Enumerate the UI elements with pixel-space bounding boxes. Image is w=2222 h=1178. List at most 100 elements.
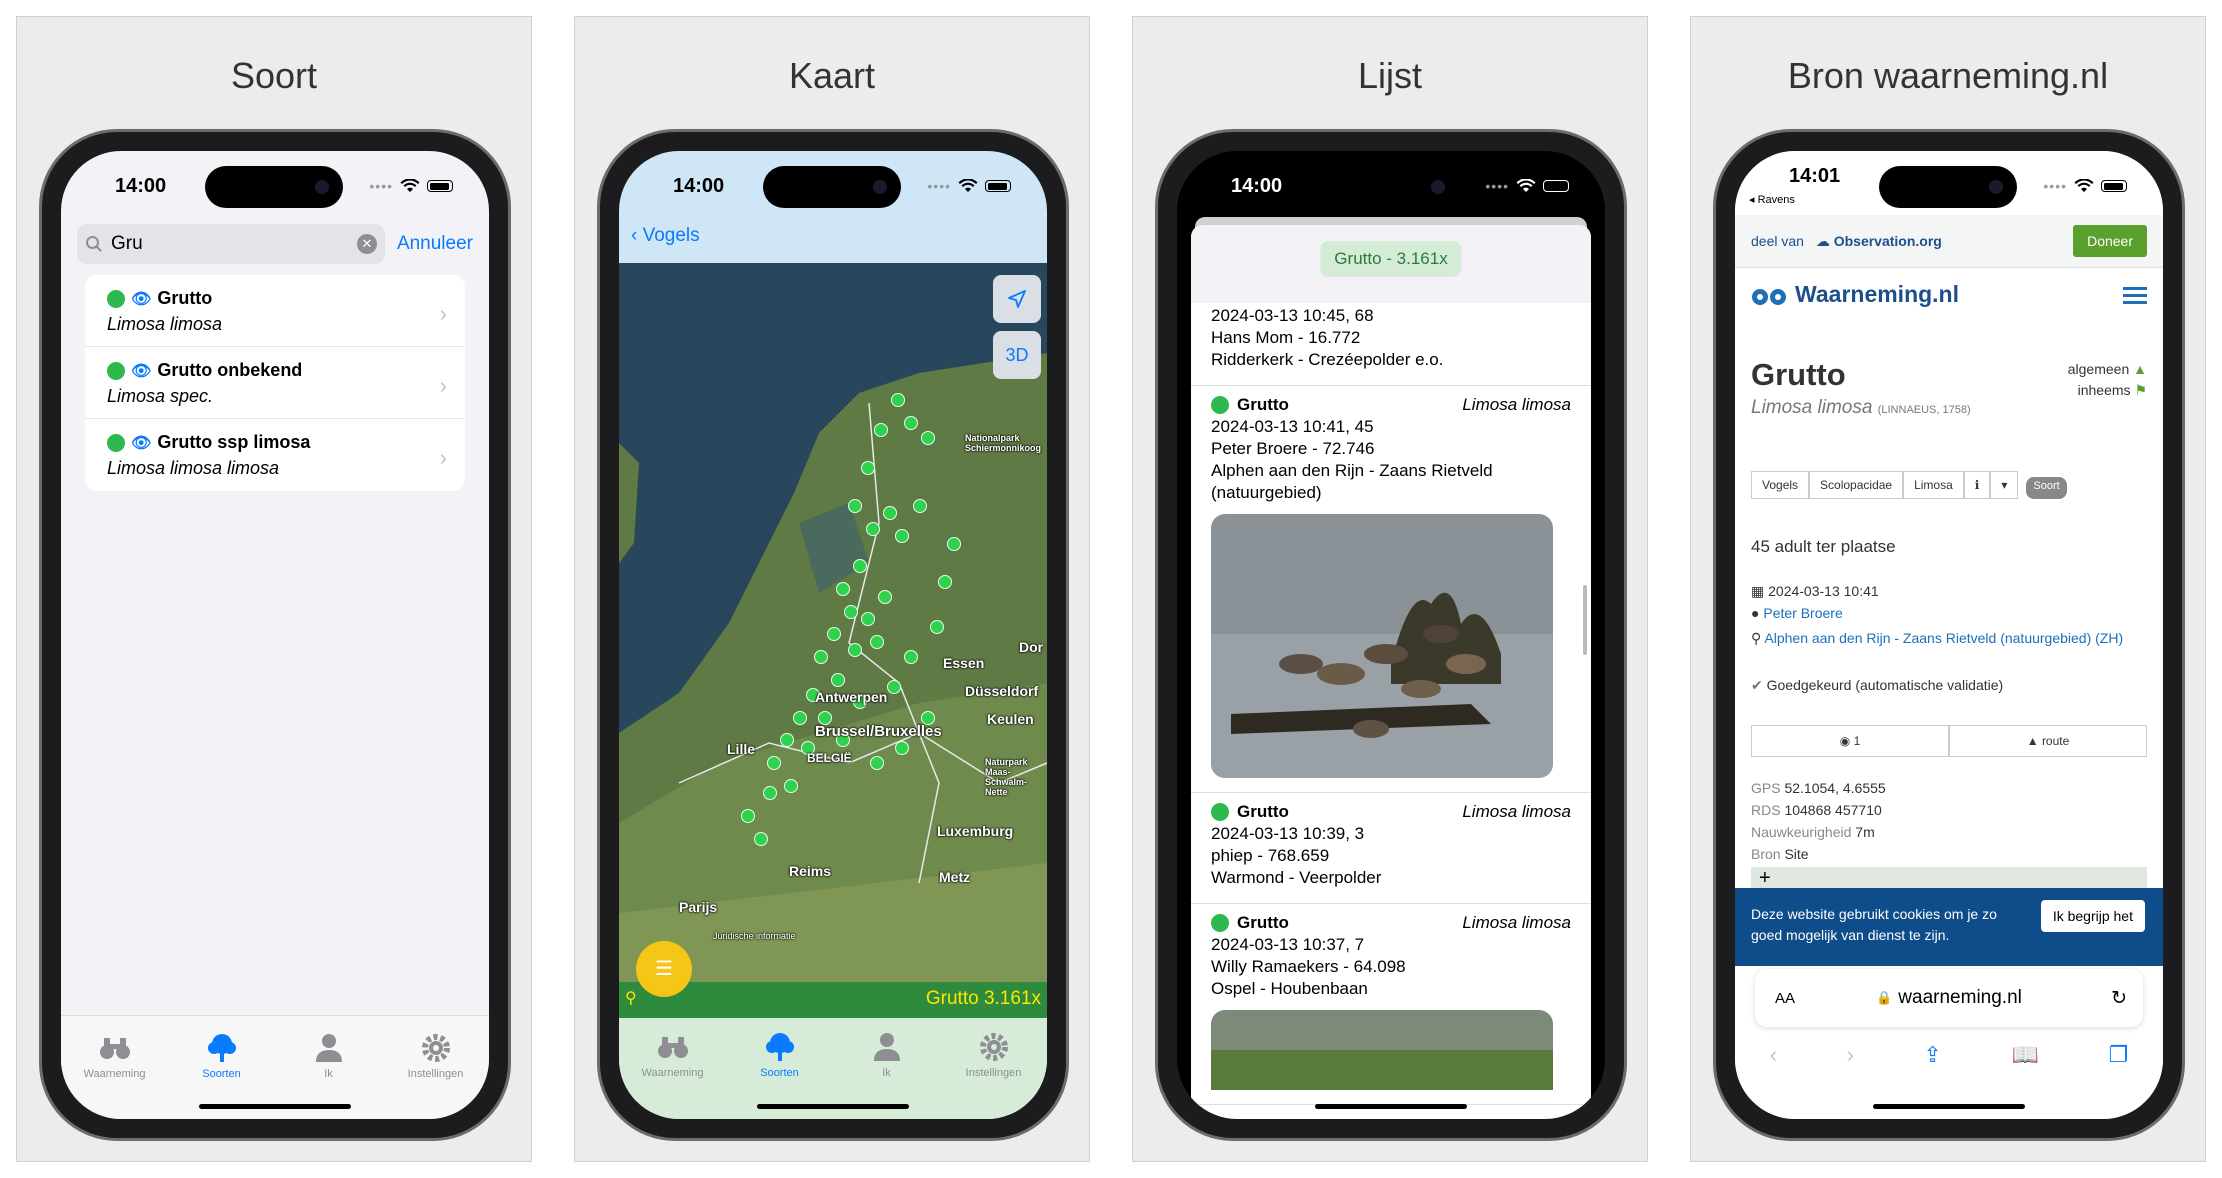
- observation-point[interactable]: [792, 710, 807, 725]
- binoculars-icon: [657, 1037, 688, 1058]
- observation-point[interactable]: [835, 582, 850, 597]
- observation-point[interactable]: [741, 808, 756, 823]
- tag-link[interactable]: Limosa: [1903, 471, 1964, 499]
- observation-brand[interactable]: Observation.org: [1834, 233, 1942, 249]
- locate-button[interactable]: [993, 275, 1041, 323]
- observation-point[interactable]: [895, 740, 910, 755]
- back-icon[interactable]: ‹: [1770, 1042, 1777, 1068]
- observation-point[interactable]: [904, 415, 919, 430]
- site-logo[interactable]: Waarneming.nl: [1751, 281, 1959, 308]
- url-bar[interactable]: AA 🔒 waarneming.nl ↻: [1755, 969, 2143, 1027]
- search-query: Gru: [111, 233, 143, 254]
- observation-point[interactable]: [779, 733, 794, 748]
- observation-point[interactable]: [882, 506, 897, 521]
- observation-point[interactable]: [827, 627, 841, 642]
- list-item[interactable]: Grutto Limosa limosa 2024-03-13 10:37, 7…: [1191, 904, 1591, 1105]
- list-item[interactable]: 👁 Grutto onbekend Limosa spec. ›: [85, 347, 465, 419]
- observation-point[interactable]: [767, 755, 782, 770]
- 3d-button[interactable]: 3D: [993, 331, 1041, 379]
- menu-icon[interactable]: [2123, 287, 2147, 308]
- status-dot: [1211, 803, 1229, 821]
- observation-point[interactable]: [762, 786, 777, 801]
- tab-instellingen[interactable]: Instellingen: [391, 1032, 481, 1119]
- tab-label: Waarneming: [83, 1068, 146, 1080]
- clear-icon[interactable]: ✕: [356, 234, 377, 254]
- list-item[interactable]: Grutto Limosa limosa 2024-03-13 10:39, 3…: [1191, 793, 1591, 904]
- list-fab-button[interactable]: ☰: [636, 941, 692, 997]
- forward-icon[interactable]: ›: [1847, 1042, 1854, 1068]
- observation-point[interactable]: [895, 529, 910, 544]
- observation-point[interactable]: [848, 642, 863, 657]
- observation-sheet: Grutto - 3.161x 2024-03-13 10:45, 68 Han…: [1191, 225, 1591, 1119]
- safari-toolbar: ‹ › ⇪ 📖 ❐: [1735, 1035, 2163, 1075]
- bookmarks-icon[interactable]: 📖: [2012, 1042, 2039, 1068]
- obs-line: 2024-03-13 10:45, 68: [1211, 306, 1374, 325]
- home-indicator: [757, 1104, 909, 1109]
- observation-point[interactable]: [754, 831, 769, 846]
- dropdown-icon[interactable]: ▾: [1990, 471, 2019, 499]
- observation-point[interactable]: [784, 778, 799, 793]
- triangle-icon: ▲: [2133, 361, 2147, 377]
- tab-label: Ik: [882, 1067, 891, 1079]
- observation-photo[interactable]: [1211, 514, 1553, 778]
- observation-point[interactable]: [831, 672, 846, 687]
- observation-point[interactable]: [929, 619, 944, 634]
- person-icon: [315, 1034, 342, 1062]
- observation-point[interactable]: [912, 498, 927, 513]
- reload-icon[interactable]: ↻: [2111, 987, 2127, 1010]
- observation-point[interactable]: [861, 612, 876, 627]
- cookie-accept-button[interactable]: Ik begrijp het: [2040, 900, 2145, 932]
- deel-van-label: deel van ☁ Observation.org: [1751, 233, 1942, 249]
- panel-soort: Soort 14:00 •••• Gru ✕ Annuleer 👁 Grutto…: [16, 16, 532, 1162]
- list-item[interactable]: 👁 Grutto ssp limosa Limosa limosa limosa …: [85, 419, 465, 491]
- back-to-app[interactable]: ◂ Ravens: [1749, 193, 1795, 206]
- list-item[interactable]: Grutto Limosa limosa 2024-03-13 10:41, 4…: [1191, 386, 1591, 793]
- legal-link[interactable]: Juridische informatie: [713, 931, 796, 941]
- info-icon[interactable]: ℹ: [1963, 471, 1991, 499]
- map-view[interactable]: Antwerpen Brussel/Bruxelles Lille BELGIË…: [619, 263, 1047, 1019]
- status-time: 14:00: [1231, 175, 1283, 197]
- panel-title: Kaart: [788, 55, 876, 96]
- observation-point[interactable]: [869, 635, 884, 649]
- observation-point[interactable]: [844, 604, 859, 619]
- observation-point[interactable]: [878, 589, 893, 604]
- observation-point[interactable]: [904, 650, 919, 665]
- route-button[interactable]: ▲ route: [1949, 725, 2147, 757]
- list-item[interactable]: 2024-03-13 10:45, 68 Hans Mom - 16.772 R…: [1191, 303, 1591, 386]
- observation-point[interactable]: [946, 536, 961, 551]
- observation-point[interactable]: [861, 461, 876, 476]
- observation-point[interactable]: [865, 521, 880, 536]
- tabs-icon[interactable]: ❐: [2108, 1042, 2128, 1068]
- tab-instellingen[interactable]: Instellingen: [949, 1031, 1039, 1119]
- tab-waarneming[interactable]: Waarneming: [70, 1032, 160, 1119]
- back-button[interactable]: ‹ Vogels: [631, 225, 700, 247]
- tab-waarneming[interactable]: Waarneming: [628, 1031, 718, 1119]
- observation-photo[interactable]: [1211, 1010, 1553, 1090]
- obs-validation: ✔ Goedgekeurd (automatische validatie): [1751, 677, 2004, 693]
- text-size-button[interactable]: AA: [1775, 990, 1795, 1007]
- search-input[interactable]: Gru ✕: [77, 224, 385, 264]
- observation-point[interactable]: [852, 559, 867, 574]
- observation-point[interactable]: [921, 430, 936, 445]
- observation-point[interactable]: [938, 574, 953, 589]
- tag-link[interactable]: Scolopacidae: [1809, 471, 1904, 499]
- observation-point[interactable]: [886, 680, 901, 695]
- tab-label: Soorten: [202, 1068, 241, 1080]
- cancel-button[interactable]: Annuleer: [397, 233, 473, 255]
- home-indicator: [1873, 1104, 2025, 1109]
- share-icon[interactable]: ⇪: [1924, 1042, 1942, 1068]
- tag-link[interactable]: Vogels: [1751, 471, 1810, 499]
- photos-button[interactable]: ◉ 1: [1751, 725, 1949, 757]
- site-name: Waarneming.nl: [1795, 281, 1959, 307]
- zoom-in-button[interactable]: +: [1759, 867, 1771, 890]
- status-dot: [107, 433, 125, 452]
- observation-point[interactable]: [874, 423, 889, 438]
- observation-point[interactable]: [869, 755, 884, 770]
- observation-point[interactable]: [891, 393, 906, 408]
- observation-point[interactable]: [848, 498, 863, 513]
- observation-point[interactable]: [814, 650, 829, 665]
- tab-label: Waarneming: [641, 1067, 704, 1079]
- list-item[interactable]: 👁 Grutto Limosa limosa ›: [85, 275, 465, 347]
- battery-icon: [1543, 180, 1569, 192]
- donate-button[interactable]: Doneer: [2073, 225, 2147, 257]
